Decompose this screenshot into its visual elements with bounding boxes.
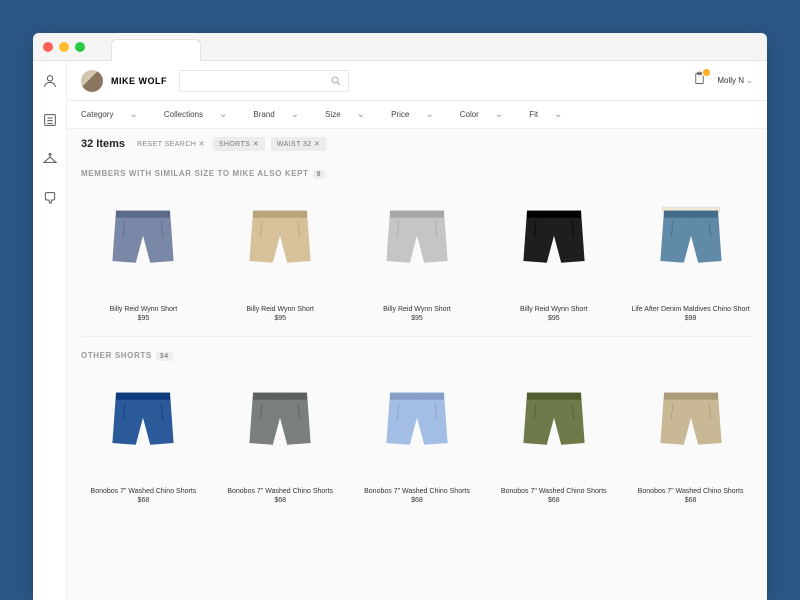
product-price: $95 xyxy=(491,315,616,322)
product-image xyxy=(372,198,462,288)
product-price: $68 xyxy=(628,497,753,504)
nav-profile[interactable] xyxy=(42,73,58,94)
section-count: 34 xyxy=(156,352,173,361)
nav-dislike[interactable] xyxy=(42,190,58,211)
divider xyxy=(81,336,753,337)
product-name: Bonobos 7" Washed Chino Shorts xyxy=(491,487,616,496)
product-card[interactable]: Bonobos 7" Washed Chino Shorts $68 xyxy=(81,371,206,504)
product-price: $68 xyxy=(218,497,343,504)
product-image xyxy=(235,380,325,470)
product-image xyxy=(372,380,462,470)
chip-bar: 32 Items RESET SEARCH SHORTS WAIST 32 xyxy=(67,129,767,159)
section-heading: OTHER SHORTS34 xyxy=(81,351,753,361)
product-name: Bonobos 7" Washed Chino Shorts xyxy=(355,487,480,496)
product-image xyxy=(98,198,188,288)
filter-fit[interactable]: Fit xyxy=(529,109,562,120)
section-heading: MEMBERS WITH SIMILAR SIZE TO MIKE ALSO K… xyxy=(81,169,753,179)
filter-chip[interactable]: SHORTS xyxy=(213,137,265,151)
product-image xyxy=(646,380,736,470)
thumbs-down-icon xyxy=(42,190,58,206)
product-image xyxy=(98,380,188,470)
top-bar: MIKE WOLF Molly N xyxy=(67,61,767,101)
reset-search[interactable]: RESET SEARCH xyxy=(137,140,205,148)
product-card[interactable]: Bonobos 7" Washed Chino Shorts $68 xyxy=(491,371,616,504)
product-card[interactable]: Billy Reid Wynn Short $95 xyxy=(491,189,616,322)
browser-tab[interactable] xyxy=(111,39,201,61)
person-icon xyxy=(42,73,58,89)
window-titlebar xyxy=(33,33,767,61)
user-name: MIKE WOLF xyxy=(111,76,167,86)
product-name: Billy Reid Wynn Short xyxy=(81,305,206,314)
side-nav xyxy=(33,61,67,600)
product-card[interactable]: Billy Reid Wynn Short $95 xyxy=(218,189,343,322)
product-image xyxy=(509,380,599,470)
product-name: Bonobos 7" Washed Chino Shorts xyxy=(218,487,343,496)
maximize-window-icon[interactable] xyxy=(75,42,85,52)
hanger-icon xyxy=(42,151,58,167)
close-window-icon[interactable] xyxy=(43,42,53,52)
product-card[interactable]: Life After Denim Maldives Chino Short $9… xyxy=(628,189,753,322)
clipboard-button[interactable] xyxy=(692,71,707,91)
minimize-window-icon[interactable] xyxy=(59,42,69,52)
product-card[interactable]: Billy Reid Wynn Short $95 xyxy=(81,189,206,322)
search-input[interactable] xyxy=(179,70,349,92)
product-price: $98 xyxy=(628,315,753,322)
user-avatar[interactable] xyxy=(81,70,103,92)
filter-color[interactable]: Color xyxy=(460,109,504,120)
product-card[interactable]: Bonobos 7" Washed Chino Shorts $68 xyxy=(628,371,753,504)
product-price: $95 xyxy=(218,315,343,322)
filter-size[interactable]: Size xyxy=(325,109,365,120)
filter-bar: Category Collections Brand Size Price Color Fi… xyxy=(67,101,767,129)
filter-price[interactable]: Price xyxy=(391,109,434,120)
section-similar: MEMBERS WITH SIMILAR SIZE TO MIKE ALSO K… xyxy=(67,159,767,332)
nav-closet[interactable] xyxy=(42,151,58,172)
product-price: $68 xyxy=(81,497,206,504)
product-name: Billy Reid Wynn Short xyxy=(355,305,480,314)
product-image xyxy=(235,198,325,288)
list-icon xyxy=(42,112,58,128)
product-image xyxy=(509,198,599,288)
product-image xyxy=(646,198,736,288)
search-icon xyxy=(330,75,342,87)
product-price: $68 xyxy=(491,497,616,504)
product-card[interactable]: Billy Reid Wynn Short $95 xyxy=(355,189,480,322)
section-other: OTHER SHORTS34 Bonobos 7" Washed Chino S… xyxy=(67,341,767,514)
product-price: $95 xyxy=(81,315,206,322)
section-count: 9 xyxy=(313,170,326,179)
filter-brand[interactable]: Brand xyxy=(253,109,299,120)
product-name: Life After Denim Maldives Chino Short xyxy=(628,305,753,314)
product-name: Billy Reid Wynn Short xyxy=(491,305,616,314)
product-card[interactable]: Bonobos 7" Washed Chino Shorts $68 xyxy=(218,371,343,504)
product-name: Bonobos 7" Washed Chino Shorts xyxy=(628,487,753,496)
results-count: 32 Items xyxy=(81,138,125,150)
filter-collections[interactable]: Collections xyxy=(164,109,228,120)
product-price: $95 xyxy=(355,315,480,322)
product-price: $68 xyxy=(355,497,480,504)
product-card[interactable]: Bonobos 7" Washed Chino Shorts $68 xyxy=(355,371,480,504)
product-name: Billy Reid Wynn Short xyxy=(218,305,343,314)
notification-badge xyxy=(702,68,711,77)
nav-list[interactable] xyxy=(42,112,58,133)
filter-category[interactable]: Category xyxy=(81,109,138,120)
product-name: Bonobos 7" Washed Chino Shorts xyxy=(81,487,206,496)
filter-chip[interactable]: WAIST 32 xyxy=(271,137,326,151)
account-menu[interactable]: Molly N xyxy=(717,76,753,85)
